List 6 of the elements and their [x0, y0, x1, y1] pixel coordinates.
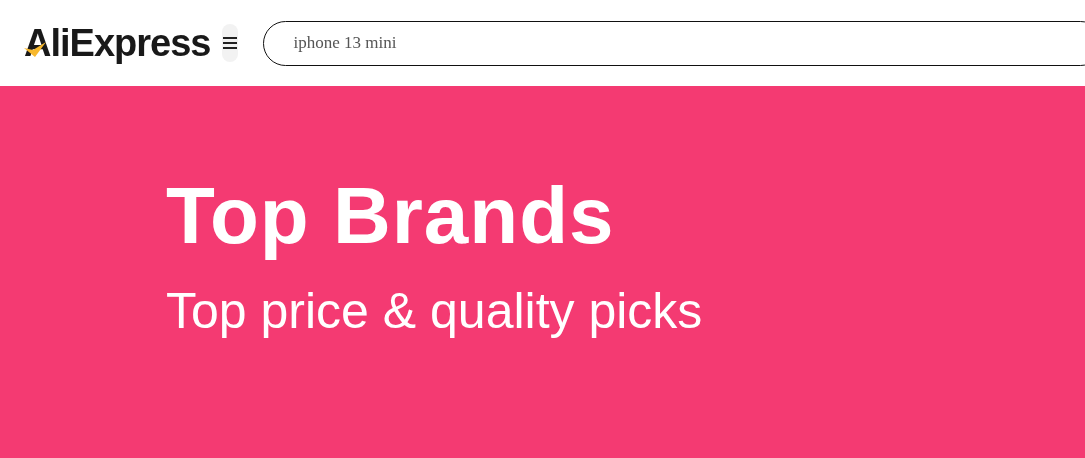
- checkmark-icon: [24, 42, 48, 58]
- menu-button[interactable]: [222, 24, 239, 62]
- logo-wordmark[interactable]: AliExpress: [24, 24, 211, 62]
- menu-icon: [222, 36, 239, 50]
- banner-subtitle: Top price & quality picks: [166, 286, 704, 336]
- search-field[interactable]: iphone 13 mini: [263, 20, 1085, 66]
